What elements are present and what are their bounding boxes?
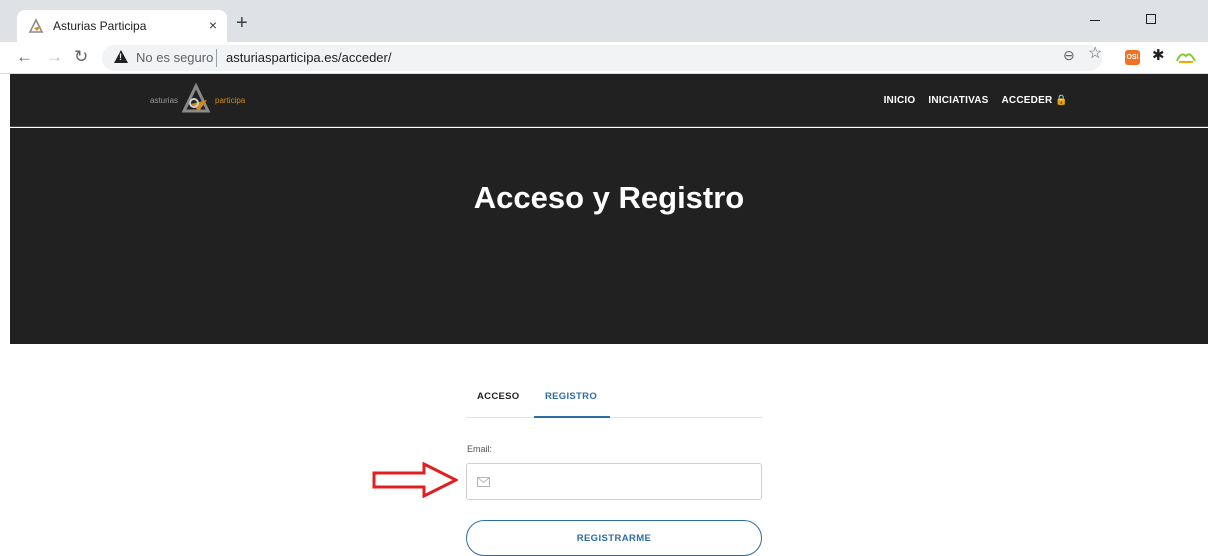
hero-banner: Acceso y Registro	[10, 128, 1208, 344]
new-tab-icon[interactable]: +	[236, 13, 248, 33]
star-icon[interactable]: ☆	[1088, 46, 1102, 62]
window-restore-icon[interactable]	[1146, 14, 1156, 24]
site-logo[interactable]: asturias participa	[150, 83, 260, 115]
extension-profile-icon[interactable]	[1175, 48, 1197, 64]
site-header: asturias participa INICIO INICIATIVAS AC…	[10, 74, 1208, 127]
zoom-icon[interactable]: ⊖	[1063, 47, 1075, 63]
warning-icon[interactable]	[114, 50, 128, 63]
auth-tabs: ACCESO REGISTRO	[466, 388, 762, 418]
mail-icon	[477, 477, 490, 487]
site-favicon-icon	[28, 18, 44, 33]
address-bar[interactable]: No es seguro asturiasparticipa.es/accede…	[102, 45, 1102, 71]
email-label: Email:	[467, 444, 493, 454]
annotation-arrow-icon	[372, 462, 458, 498]
tab-registro[interactable]: REGISTRO	[545, 391, 597, 402]
tab-close-icon[interactable]: ×	[209, 17, 217, 33]
logo-text-left: asturias	[150, 96, 179, 105]
logo-mark-icon	[181, 83, 211, 113]
browser-tabstrip: Asturias Participa × +	[0, 0, 1208, 42]
nav-acceder[interactable]: ACCEDER 🔒	[1002, 95, 1068, 106]
page-title: Acceso y Registro	[473, 180, 745, 215]
active-tab-indicator	[534, 416, 610, 418]
browser-toolbar: ← → ↻ No es seguro asturiasparticipa.es/…	[0, 42, 1208, 74]
puzzle-icon[interactable]: ✱	[1152, 47, 1165, 65]
nav-iniciativas[interactable]: INICIATIVAS	[928, 95, 988, 106]
extension-osi-icon[interactable]: OSI	[1125, 50, 1140, 65]
url-text[interactable]: asturiasparticipa.es/acceder/	[226, 50, 391, 66]
window-minimize-icon[interactable]	[1090, 20, 1100, 21]
url-divider	[216, 49, 217, 67]
email-input[interactable]	[497, 464, 757, 499]
reload-icon[interactable]: ↻	[74, 48, 88, 66]
nav-inicio[interactable]: INICIO	[884, 95, 916, 106]
tab-title: Asturias Participa	[53, 19, 147, 33]
logo-text-right: participa	[215, 96, 246, 105]
email-field[interactable]	[466, 463, 762, 500]
forward-arrow-icon[interactable]: →	[46, 48, 63, 66]
back-arrow-icon[interactable]: ←	[16, 48, 33, 66]
browser-tab[interactable]: Asturias Participa ×	[17, 10, 227, 42]
insecure-label[interactable]: No es seguro	[136, 50, 213, 66]
tab-acceso[interactable]: ACCESO	[477, 391, 519, 402]
main-nav: INICIO INICIATIVAS ACCEDER 🔒	[884, 95, 1068, 106]
